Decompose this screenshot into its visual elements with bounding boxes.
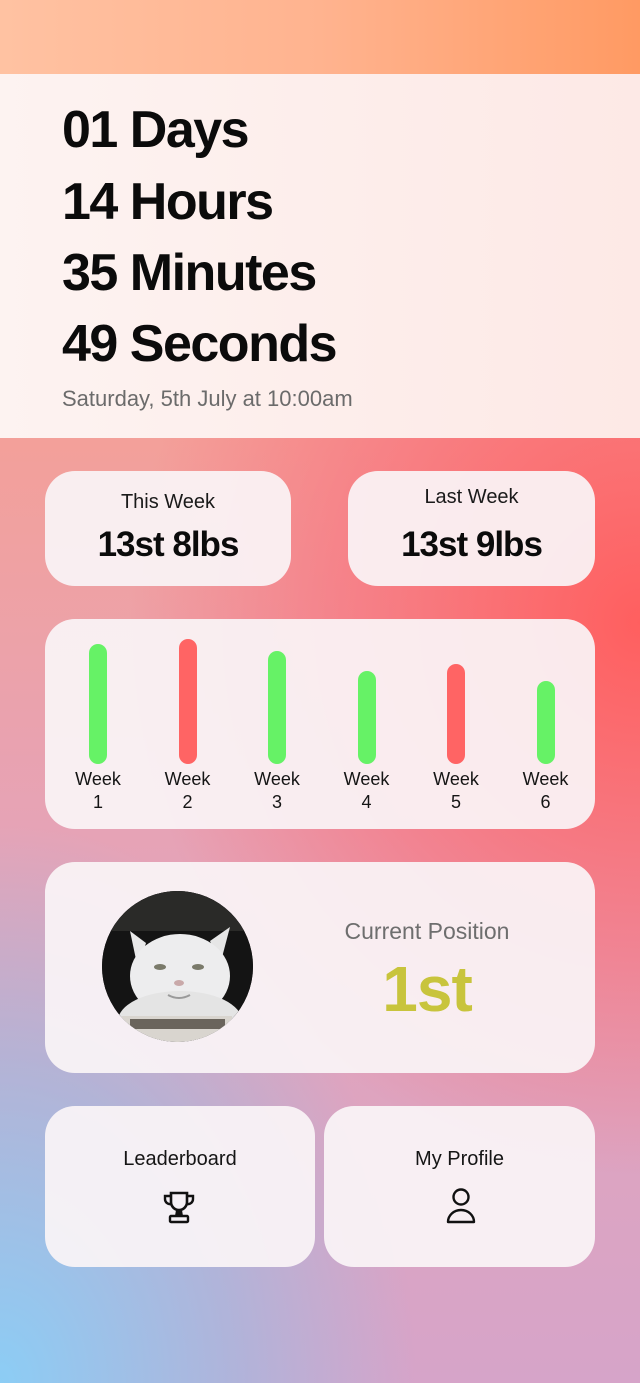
last-week-label: Last Week bbox=[424, 486, 519, 508]
countdown-days: 01 Days bbox=[62, 101, 250, 159]
week-label-2: Week 2 bbox=[164, 769, 211, 812]
week-bar-3 bbox=[268, 651, 286, 764]
weekly-chart: Week 1 Week 2 Week 3 Week 4 Week 5 Week 6 bbox=[45, 619, 595, 829]
this-week-label: This Week bbox=[120, 491, 216, 513]
last-week-value: 13st 9lbs bbox=[401, 525, 543, 564]
week-label-3: Week 3 bbox=[254, 769, 300, 812]
countdown-hours: 14 Hours bbox=[62, 173, 274, 231]
this-week-card[interactable]: This Week 13st 8lbs bbox=[45, 471, 291, 586]
current-position-label: Current Position bbox=[344, 918, 510, 944]
countdown-seconds: 49 Seconds bbox=[62, 315, 338, 373]
week-bar-5 bbox=[447, 664, 465, 764]
week-bar-4 bbox=[357, 671, 376, 764]
current-position-value: 1st bbox=[382, 953, 473, 1025]
week-bar-2 bbox=[178, 639, 197, 764]
top-bar bbox=[0, 0, 640, 74]
event-date: Saturday, 5th July at 10:00am bbox=[62, 386, 353, 411]
countdown-minutes: 35 Minutes bbox=[62, 244, 317, 302]
cat-avatar[interactable] bbox=[102, 891, 253, 1042]
week-label-6: Week 6 bbox=[522, 769, 569, 812]
week-label-4: Week 4 bbox=[343, 769, 390, 812]
week-bar-1 bbox=[89, 644, 107, 764]
my-profile-label: My Profile bbox=[415, 1148, 504, 1170]
week-label-5: Week 5 bbox=[433, 769, 479, 812]
week-label-1: Week 1 bbox=[75, 769, 121, 812]
leaderboard-button[interactable] bbox=[45, 1106, 315, 1267]
trophy-icon bbox=[163, 1191, 195, 1224]
week-bar-6 bbox=[536, 681, 555, 764]
last-week-card[interactable]: Last Week 13st 9lbs bbox=[348, 471, 595, 586]
leaderboard-label: Leaderboard bbox=[123, 1148, 237, 1170]
this-week-value: 13st 8lbs bbox=[97, 525, 240, 564]
person-icon bbox=[446, 1188, 476, 1224]
